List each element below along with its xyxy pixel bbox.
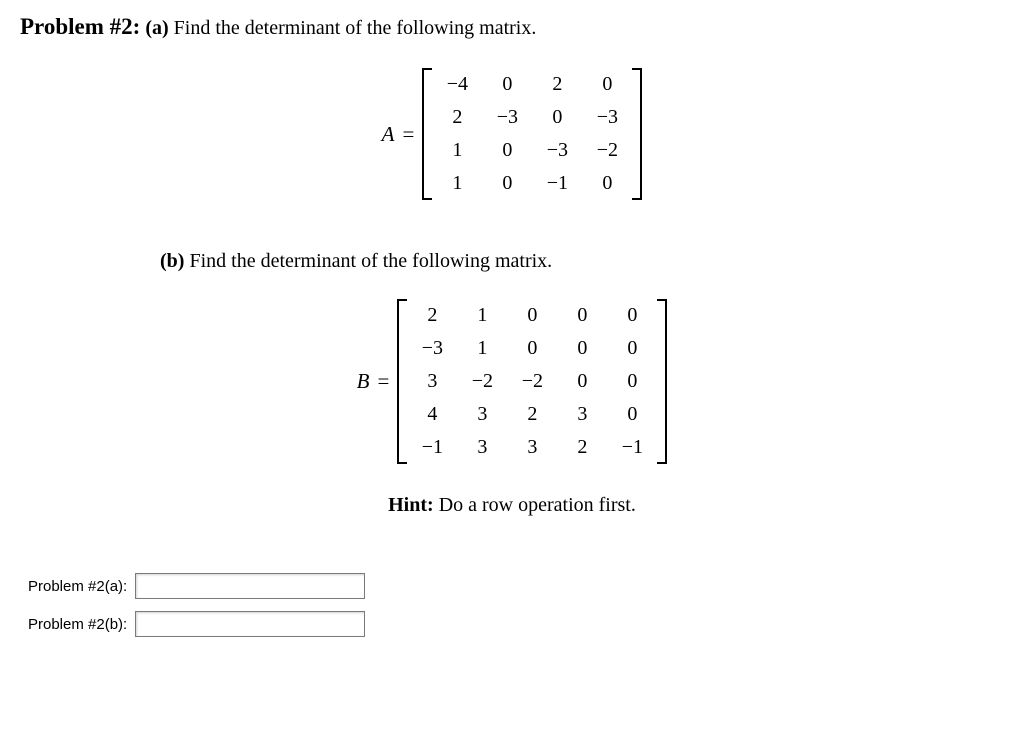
matrix-cell: 2 <box>557 431 607 464</box>
matrix-cell: 4 <box>407 398 457 431</box>
matrix-cell: −1 <box>407 431 457 464</box>
answer-row-b: Problem #2(b): <box>28 611 1004 637</box>
matrix-cell: 1 <box>432 167 482 200</box>
matrix-cell: 0 <box>607 365 657 398</box>
matrix-b-bracket: 21000−310003−2−20043230−1332−1 <box>397 299 667 464</box>
matrix-cell: 3 <box>457 431 507 464</box>
matrix-b-name: B <box>357 369 370 394</box>
matrix-cell: −2 <box>507 365 557 398</box>
problem-number: Problem #2: <box>20 14 140 39</box>
matrix-cell: 0 <box>557 299 607 332</box>
answer-a-label: Problem #2(a): <box>28 578 127 595</box>
part-b-heading: (b) Find the determinant of the followin… <box>160 250 1004 273</box>
matrix-cell: 0 <box>482 68 532 101</box>
hint-label: Hint: <box>388 494 434 516</box>
part-b-stem: Find the determinant of the following ma… <box>189 250 552 272</box>
matrix-cell: 0 <box>482 134 532 167</box>
matrix-cell: 0 <box>607 398 657 431</box>
matrix-cell: 2 <box>532 68 582 101</box>
matrix-cell: 0 <box>607 332 657 365</box>
matrix-row: 2−30−3 <box>432 101 632 134</box>
matrix-row: 43230 <box>407 398 657 431</box>
matrix-row: −4020 <box>432 68 632 101</box>
matrix-a-name: A <box>382 122 395 147</box>
matrix-a-block: A = −40202−30−310−3−210−10 <box>20 68 1004 200</box>
matrix-cell: 0 <box>582 167 632 200</box>
matrix-cell: 3 <box>557 398 607 431</box>
matrix-row: 10−10 <box>432 167 632 200</box>
matrix-row: 3−2−200 <box>407 365 657 398</box>
equals-sign: = <box>402 122 414 147</box>
matrix-row: −1332−1 <box>407 431 657 464</box>
answer-b-label: Problem #2(b): <box>28 616 127 633</box>
part-a-stem: Find the determinant of the following ma… <box>174 17 537 39</box>
matrix-cell: 0 <box>607 299 657 332</box>
matrix-cell: −1 <box>607 431 657 464</box>
left-bracket-icon <box>397 299 407 464</box>
right-bracket-icon <box>657 299 667 464</box>
hint-text: Do a row operation first. <box>439 494 636 516</box>
matrix-cell: 0 <box>482 167 532 200</box>
matrix-row: 10−3−2 <box>432 134 632 167</box>
matrix-cell: −3 <box>407 332 457 365</box>
matrix-cell: 1 <box>457 299 507 332</box>
matrix-cell: −2 <box>457 365 507 398</box>
matrix-row: 21000 <box>407 299 657 332</box>
matrix-cell: 3 <box>507 431 557 464</box>
matrix-cell: −3 <box>582 101 632 134</box>
matrix-cell: −3 <box>532 134 582 167</box>
matrix-b: 21000−310003−2−20043230−1332−1 <box>407 299 657 464</box>
hint: Hint: Do a row operation first. <box>20 494 1004 517</box>
matrix-cell: 2 <box>407 299 457 332</box>
answer-row-a: Problem #2(a): <box>28 573 1004 599</box>
matrix-cell: 0 <box>582 68 632 101</box>
matrix-a: −40202−30−310−3−210−10 <box>432 68 632 200</box>
matrix-cell: −4 <box>432 68 482 101</box>
matrix-cell: 0 <box>557 365 607 398</box>
part-b-label: (b) <box>160 250 184 272</box>
matrix-cell: 1 <box>432 134 482 167</box>
matrix-b-block: B = 21000−310003−2−20043230−1332−1 <box>20 299 1004 464</box>
equals-sign: = <box>377 369 389 394</box>
part-a-label: (a) <box>145 17 168 39</box>
matrix-cell: −2 <box>582 134 632 167</box>
matrix-row: −31000 <box>407 332 657 365</box>
matrix-a-bracket: −40202−30−310−3−210−10 <box>422 68 642 200</box>
matrix-cell: 1 <box>457 332 507 365</box>
right-bracket-icon <box>632 68 642 200</box>
matrix-cell: −1 <box>532 167 582 200</box>
matrix-cell: 0 <box>507 332 557 365</box>
matrix-cell: 0 <box>557 332 607 365</box>
left-bracket-icon <box>422 68 432 200</box>
problem-heading: Problem #2: (a) Find the determinant of … <box>20 14 1004 40</box>
matrix-cell: 2 <box>432 101 482 134</box>
matrix-cell: 3 <box>407 365 457 398</box>
answer-a-input[interactable] <box>135 573 365 599</box>
matrix-cell: −3 <box>482 101 532 134</box>
matrix-cell: 3 <box>457 398 507 431</box>
matrix-cell: 2 <box>507 398 557 431</box>
matrix-cell: 0 <box>507 299 557 332</box>
answer-b-input[interactable] <box>135 611 365 637</box>
matrix-cell: 0 <box>532 101 582 134</box>
